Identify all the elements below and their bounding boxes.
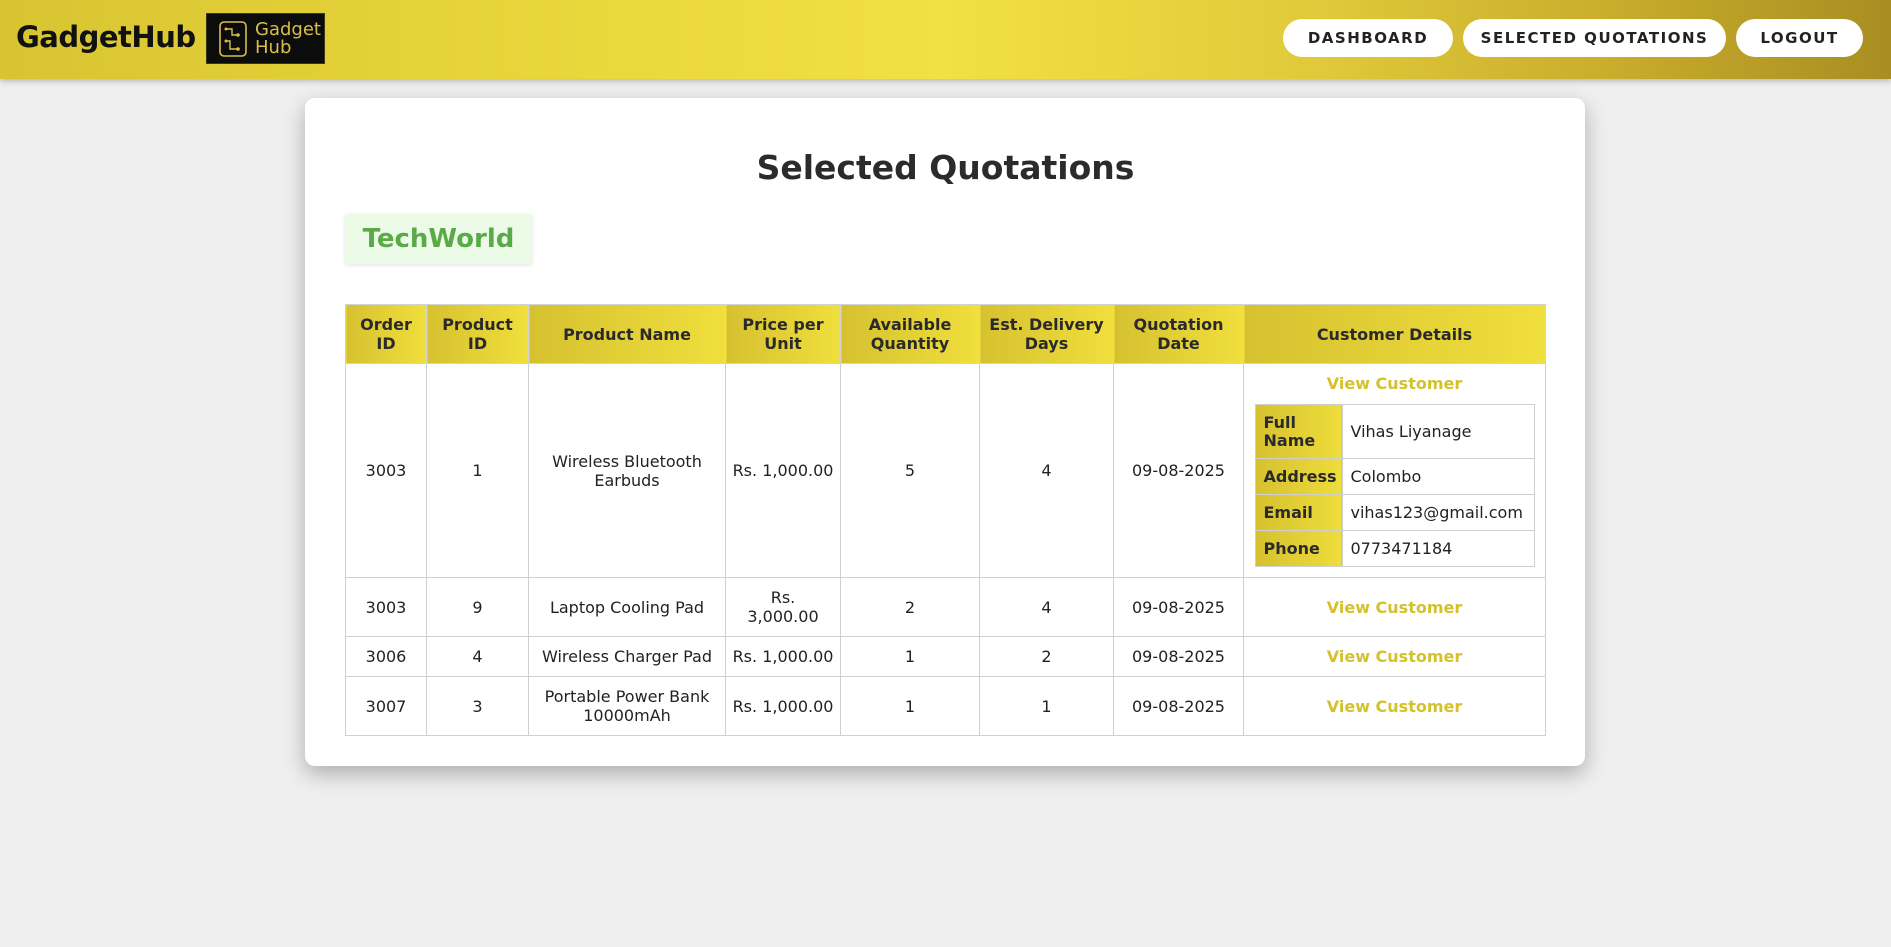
customer-value-email: vihas123@gmail.com — [1341, 494, 1535, 531]
product-id-cell: 3 — [426, 676, 529, 736]
product-id-cell: 4 — [426, 636, 529, 677]
order-id-cell: 3003 — [345, 577, 427, 637]
quotations-table: Order ID Product ID Product Name Price p… — [345, 304, 1546, 736]
dashboard-button[interactable]: DASHBOARD — [1283, 19, 1453, 57]
customer-details-cell: View Customer Full Name Vihas Liyanage A… — [1243, 363, 1546, 578]
customer-value-phone: 0773471184 — [1341, 530, 1535, 567]
product-name-cell: Portable Power Bank 10000mAh — [528, 676, 726, 736]
product-id-cell: 9 — [426, 577, 529, 637]
col-header-quotation-date: Quotation Date — [1113, 304, 1244, 364]
col-header-price: Price per Unit — [725, 304, 841, 364]
product-name-cell: Wireless Charger Pad — [528, 636, 726, 677]
customer-details-table: Full Name Vihas Liyanage Address Colombo… — [1254, 404, 1535, 567]
col-header-customer-details: Customer Details — [1243, 304, 1546, 364]
view-customer-link[interactable]: View Customer — [1327, 647, 1463, 666]
view-customer-link[interactable]: View Customer — [1250, 374, 1539, 393]
quotation-date-cell: 09-08-2025 — [1113, 577, 1244, 637]
table-row: 3007 3 Portable Power Bank 10000mAh Rs. … — [345, 676, 1546, 736]
customer-details-cell: View Customer — [1243, 676, 1546, 736]
table-row: 3003 9 Laptop Cooling Pad Rs. 3,000.00 2… — [345, 577, 1546, 637]
customer-label-phone: Phone — [1254, 530, 1343, 567]
page-title: Selected Quotations — [756, 148, 1135, 187]
table-header-row: Order ID Product ID Product Name Price p… — [345, 304, 1546, 364]
col-header-delivery-days: Est. Delivery Days — [979, 304, 1114, 364]
delivery-days-cell: 2 — [979, 636, 1114, 677]
product-id-cell: 1 — [426, 363, 529, 578]
quantity-cell: 1 — [840, 676, 980, 736]
quantity-cell: 5 — [840, 363, 980, 578]
customer-row-phone: Phone 0773471184 — [1254, 530, 1535, 567]
quotation-date-cell: 09-08-2025 — [1113, 363, 1244, 578]
customer-label-email: Email — [1254, 494, 1343, 531]
brand-name[interactable]: GadgetHub — [16, 20, 196, 54]
order-id-cell: 3007 — [345, 676, 427, 736]
top-navbar: GadgetHub Gadget Hub DASHBOARD SELECTED … — [0, 0, 1891, 79]
quotation-date-cell: 09-08-2025 — [1113, 636, 1244, 677]
delivery-days-cell: 4 — [979, 363, 1114, 578]
customer-value-full-name: Vihas Liyanage — [1341, 404, 1535, 459]
circuit-chip-icon — [219, 20, 247, 57]
product-name-cell: Laptop Cooling Pad — [528, 577, 726, 637]
delivery-days-cell: 4 — [979, 577, 1114, 637]
shop-name-badge: TechWorld — [345, 214, 532, 264]
logout-button[interactable]: LOGOUT — [1736, 19, 1863, 57]
logo-text: Gadget Hub — [255, 18, 321, 58]
customer-row-address: Address Colombo — [1254, 458, 1535, 495]
table-row: 3003 1 Wireless Bluetooth Earbuds Rs. 1,… — [345, 363, 1546, 578]
col-header-product-name: Product Name — [528, 304, 726, 364]
logo-text-line1: Gadget — [255, 18, 321, 40]
product-name-cell: Wireless Bluetooth Earbuds — [528, 363, 726, 578]
brand-logo[interactable]: Gadget Hub — [206, 13, 325, 64]
col-header-product-id: Product ID — [426, 304, 529, 364]
customer-value-address: Colombo — [1341, 458, 1535, 495]
quantity-cell: 1 — [840, 636, 980, 677]
order-id-cell: 3006 — [345, 636, 427, 677]
price-cell: Rs. 1,000.00 — [725, 636, 841, 677]
customer-details-cell: View Customer — [1243, 636, 1546, 677]
customer-row-full-name: Full Name Vihas Liyanage — [1254, 404, 1535, 459]
customer-label-full-name: Full Name — [1254, 404, 1343, 459]
delivery-days-cell: 1 — [979, 676, 1114, 736]
view-customer-link[interactable]: View Customer — [1327, 598, 1463, 617]
price-cell: Rs. 3,000.00 — [725, 577, 841, 637]
view-customer-link[interactable]: View Customer — [1327, 697, 1463, 716]
logo-text-line2: Hub — [255, 36, 292, 58]
customer-details-cell: View Customer — [1243, 577, 1546, 637]
customer-row-email: Email vihas123@gmail.com — [1254, 494, 1535, 531]
col-header-order-id: Order ID — [345, 304, 427, 364]
quotation-date-cell: 09-08-2025 — [1113, 676, 1244, 736]
quantity-cell: 2 — [840, 577, 980, 637]
selected-quotations-button[interactable]: SELECTED QUOTATIONS — [1463, 19, 1726, 57]
col-header-quantity: Available Quantity — [840, 304, 980, 364]
price-cell: Rs. 1,000.00 — [725, 676, 841, 736]
table-row: 3006 4 Wireless Charger Pad Rs. 1,000.00… — [345, 636, 1546, 677]
customer-label-address: Address — [1254, 458, 1343, 495]
order-id-cell: 3003 — [345, 363, 427, 578]
price-cell: Rs. 1,000.00 — [725, 363, 841, 578]
